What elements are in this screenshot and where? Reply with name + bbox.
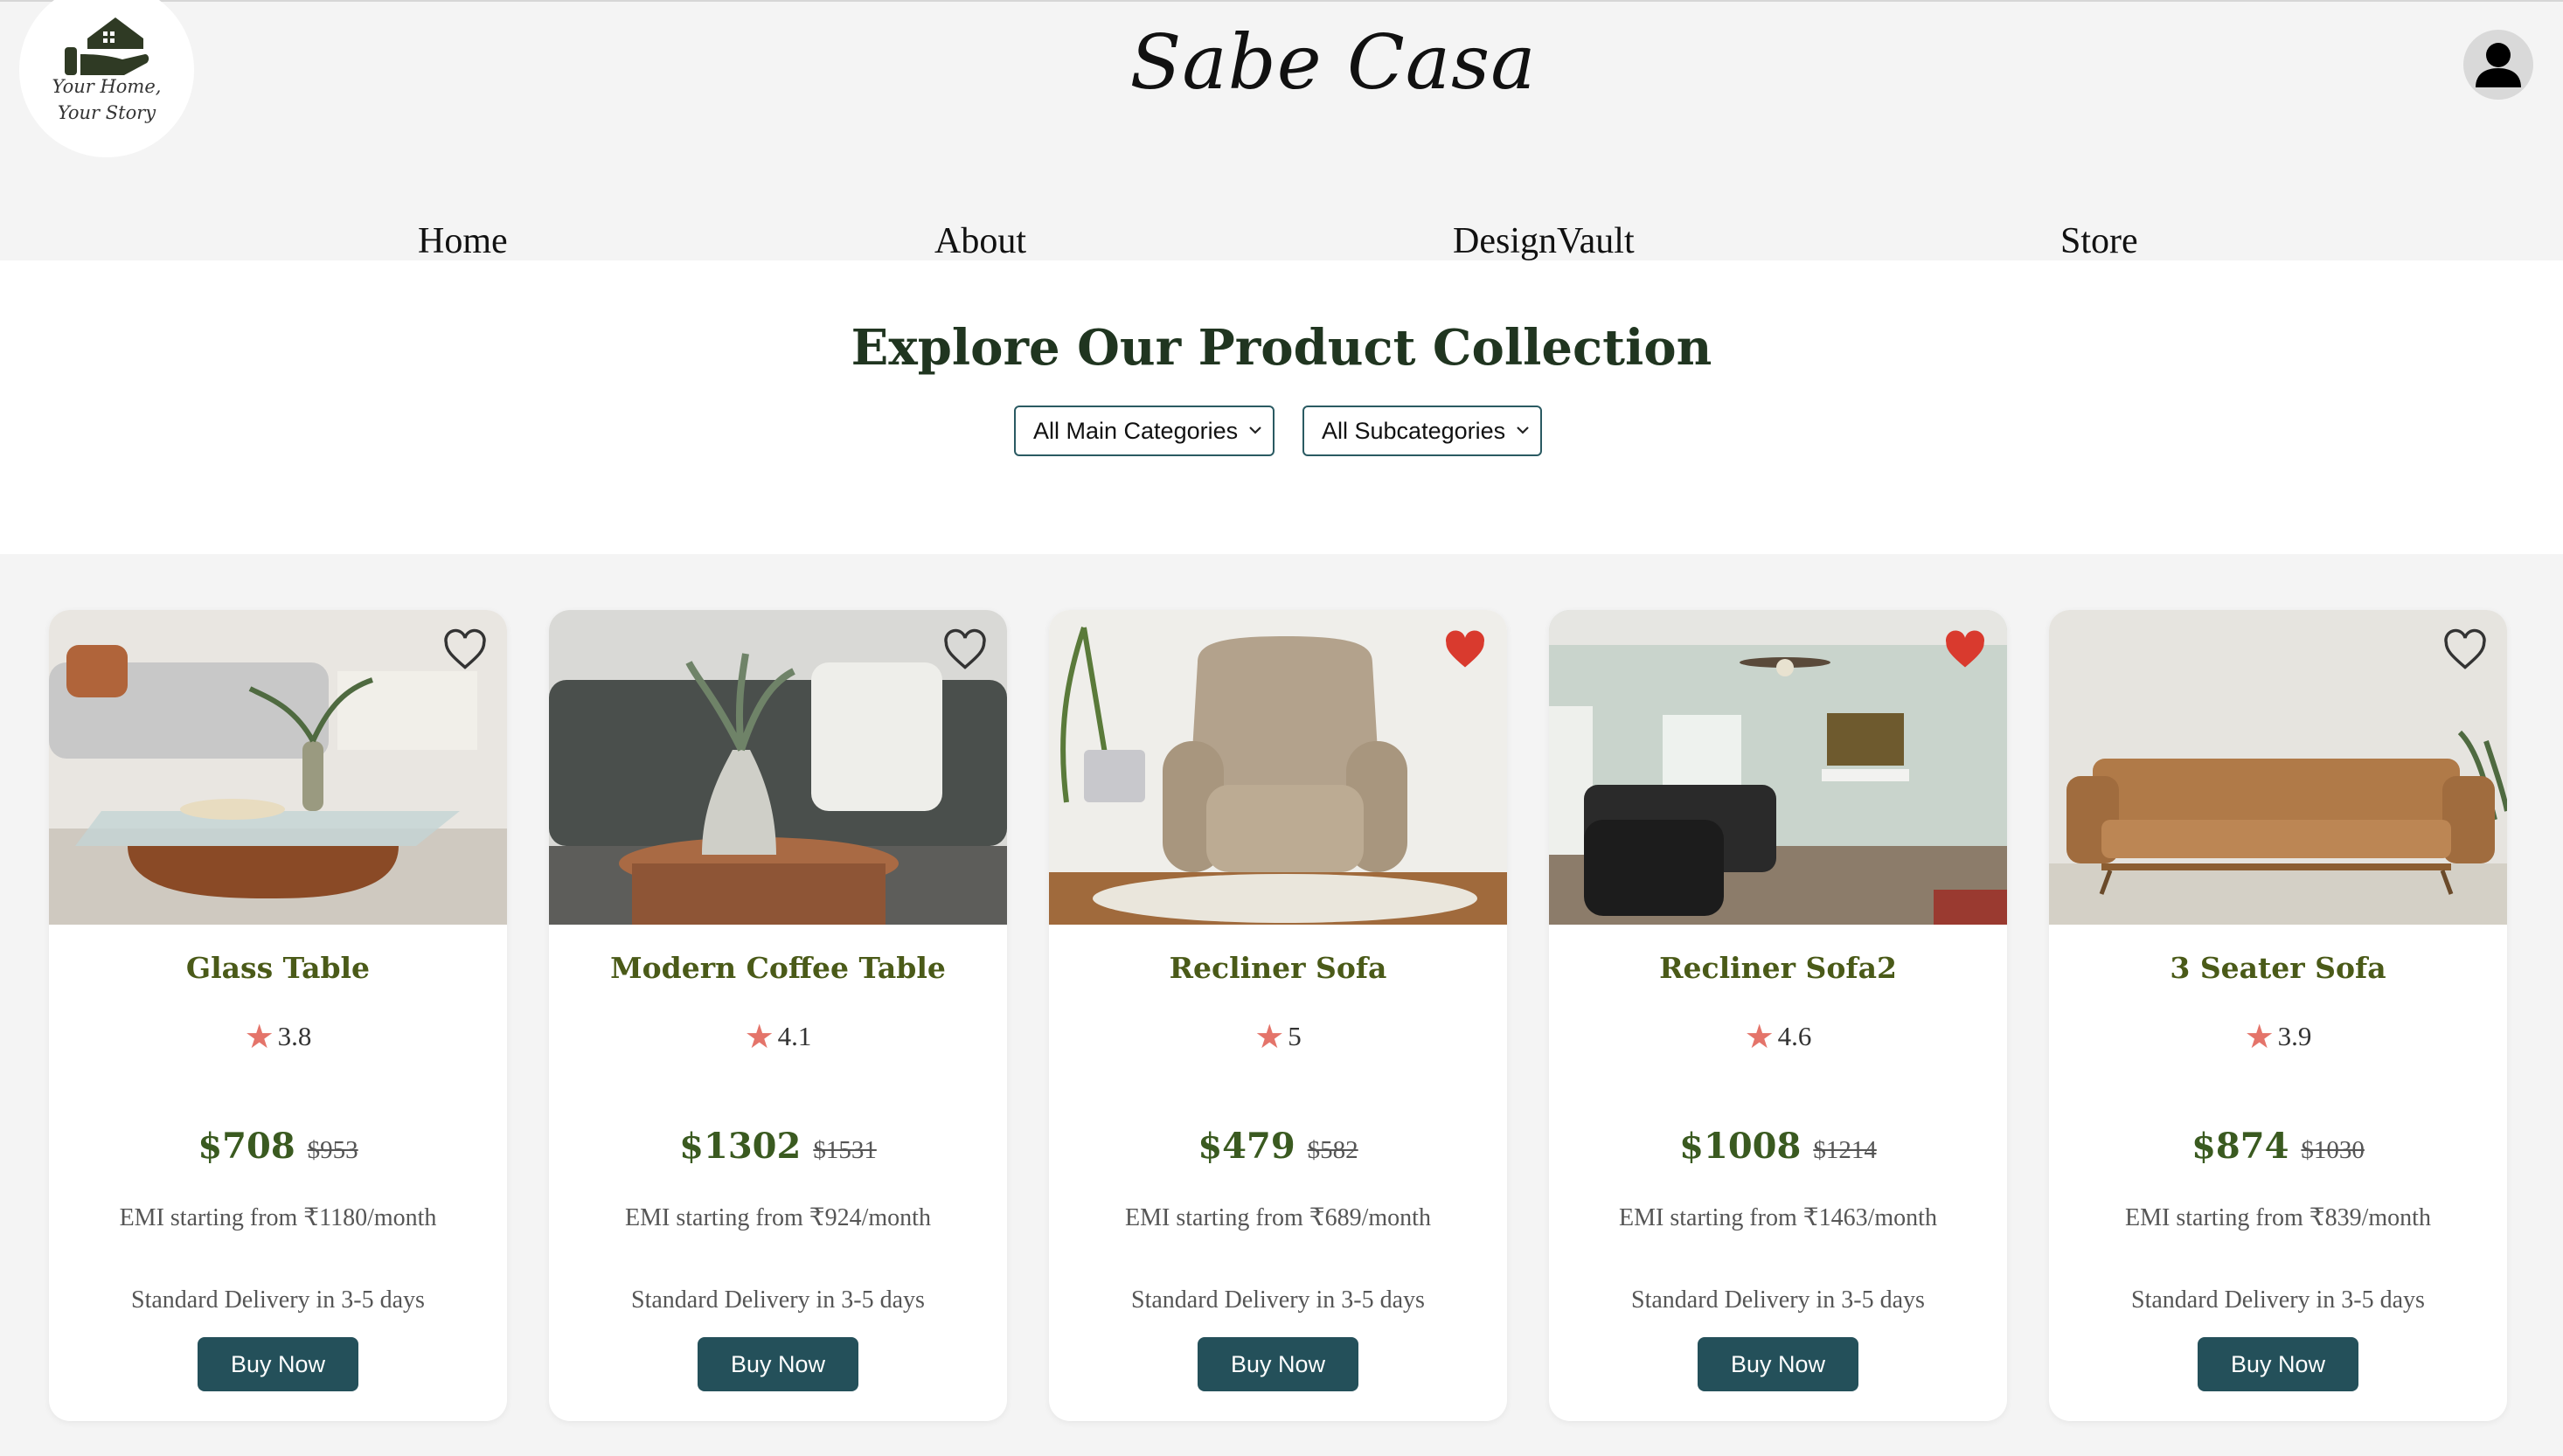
nav-designvault[interactable]: DesignVault [1453,217,1635,266]
favorite-heart-icon[interactable] [442,627,488,673]
delivery-info: Standard Delivery in 3-5 days [131,1286,425,1314]
user-profile-icon [2476,43,2521,87]
original-price: $1531 [813,1136,877,1164]
current-price: $1008 [1679,1126,1802,1167]
product-price: $874 $1030 [2049,1122,2507,1179]
product-rating: ★ 4.1 [549,1019,1007,1055]
product-image [1549,610,2007,925]
delivery-info: Standard Delivery in 3-5 days [1131,1286,1425,1314]
nav-store[interactable]: Store [2060,217,2138,266]
product-price: $1008 $1214 [1549,1122,2007,1179]
brand-title: Sabe Casa [1129,19,1537,107]
profile-button[interactable] [2463,30,2533,100]
emi-info: EMI starting from ₹1463/month [1619,1204,1937,1231]
buy-now-button[interactable]: Buy Now [1198,1337,1358,1391]
buy-now-button[interactable]: Buy Now [2198,1337,2358,1391]
delivery-info: Standard Delivery in 3-5 days [1631,1286,1925,1314]
product-card[interactable]: Recliner Sofa ★ 5 $479 $582 EMI starting f… [1049,610,1507,1421]
emi-info: EMI starting from ₹839/month [2125,1204,2431,1231]
product-image [1049,610,1507,925]
current-price: $479 [1198,1126,1295,1167]
product-price: $1302 $1531 [549,1122,1007,1179]
chevron-down-icon [1517,426,1529,434]
star-icon: ★ [1254,1019,1285,1056]
favorite-heart-icon[interactable] [1942,627,1988,673]
original-price: $1030 [2301,1136,2365,1164]
current-price: $708 [198,1126,295,1167]
product-image [49,610,507,925]
emi-info: EMI starting from ₹924/month [625,1204,931,1231]
product-rating: ★ 3.8 [49,1019,507,1055]
rating-value: 4.6 [1777,1021,1812,1051]
delivery-info: Standard Delivery in 3-5 days [631,1286,925,1314]
favorite-heart-icon[interactable] [942,627,988,673]
favorite-heart-icon[interactable] [2442,627,2488,673]
buy-now-button[interactable]: Buy Now [698,1337,858,1391]
current-price: $874 [2191,1126,2289,1167]
product-image [549,610,1007,925]
nav-home[interactable]: Home [418,217,508,266]
original-price: $953 [307,1136,358,1164]
product-card[interactable]: Glass Table ★ 3.8 $708 $953 EMI starting f… [49,610,507,1421]
rating-value: 4.1 [777,1021,812,1051]
buy-now-button[interactable]: Buy Now [198,1337,358,1391]
nav-about[interactable]: About [934,217,1026,266]
favorite-heart-icon[interactable] [1442,627,1488,673]
rating-value: 5 [1288,1021,1302,1051]
product-price: $479 $582 [1049,1122,1507,1179]
rating-value: 3.8 [277,1021,312,1051]
product-name[interactable]: Glass Table [49,949,507,988]
product-card[interactable]: Recliner Sofa2 ★ 4.6 $1008 $1214 EMI start… [1549,610,2007,1421]
product-rating: ★ 4.6 [1549,1019,2007,1055]
star-icon: ★ [2244,1019,2275,1056]
emi-info: EMI starting from ₹1180/month [119,1204,437,1231]
page-title: Explore Our Product Collection [851,319,1712,377]
product-card[interactable]: 3 Seater Sofa ★ 3.9 $874 $1030 EMI startin… [2049,610,2507,1421]
sub-category-select[interactable]: All Subcategories [1302,406,1542,456]
product-name[interactable]: 3 Seater Sofa [2049,949,2507,988]
collection-hero: Explore Our Product Collection All Main … [0,260,2563,554]
product-rating: ★ 5 [1049,1019,1507,1055]
rating-value: 3.9 [2277,1021,2312,1051]
original-price: $1214 [1813,1136,1877,1164]
main-category-value: All Main Categories [1033,418,1239,444]
product-price: $708 $953 [49,1122,507,1179]
product-name[interactable]: Modern Coffee Table [549,949,1007,988]
site-header: Your Home, Your Story Sabe Casa Home Abo… [0,0,2563,261]
product-name[interactable]: Recliner Sofa2 [1549,949,2007,988]
product-rating: ★ 3.9 [2049,1019,2507,1055]
star-icon: ★ [244,1019,274,1056]
delivery-info: Standard Delivery in 3-5 days [2131,1286,2425,1314]
chevron-down-icon [1249,426,1261,434]
emi-info: EMI starting from ₹689/month [1125,1204,1431,1231]
buy-now-button[interactable]: Buy Now [1698,1337,1858,1391]
main-category-select[interactable]: All Main Categories [1014,406,1275,456]
product-card[interactable]: Modern Coffee Table ★ 4.1 $1302 $1531 EMI … [549,610,1007,1421]
product-image [2049,610,2507,925]
star-icon: ★ [1744,1019,1775,1056]
star-icon: ★ [744,1019,774,1056]
current-price: $1302 [679,1126,802,1167]
product-name[interactable]: Recliner Sofa [1049,949,1507,988]
original-price: $582 [1307,1136,1358,1164]
sub-category-value: All Subcategories [1322,418,1506,444]
